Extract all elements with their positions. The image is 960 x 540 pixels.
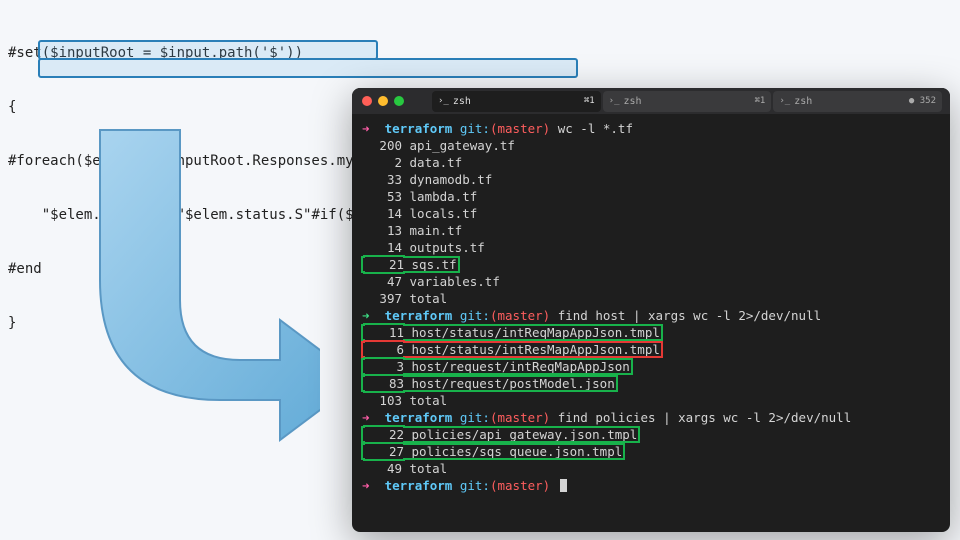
maximize-icon[interactable]	[394, 96, 404, 106]
tab-badge: ⌘1	[755, 93, 766, 110]
git-label: git:	[460, 410, 490, 425]
tab-icon: ›_	[609, 93, 620, 110]
prompt-arrow-icon: ➜	[362, 478, 370, 493]
prompt-arrow-icon: ➜	[362, 308, 370, 323]
wc-row: 47 variables.tf	[362, 273, 940, 290]
wc-row-highlighted: 11 host/status/intReqMapAppJson.tmpl	[362, 324, 940, 341]
wc-row: 53 lambda.tf	[362, 188, 940, 205]
git-branch: (master)	[490, 410, 550, 425]
tab-label: zsh	[624, 93, 642, 110]
wc-total: 103 total	[362, 392, 940, 409]
wc-row-highlighted: 27 policies/sqs_queue.json.tmpl	[362, 443, 940, 460]
git-label: git:	[460, 121, 490, 136]
prompt-arrow-icon: ➜	[362, 410, 370, 425]
prompt-line: ➜ terraform git:(master) wc -l *.tf	[362, 120, 940, 137]
highlight-foreach	[38, 40, 378, 60]
tab-icon: ›_	[438, 93, 449, 110]
tab-label: zsh	[453, 93, 471, 110]
wc-total: 397 total	[362, 290, 940, 307]
wc-row: 200 api_gateway.tf	[362, 137, 940, 154]
git-branch: (master)	[490, 121, 550, 136]
window-titlebar[interactable]: ›_ zsh ⌘1 ›_ zsh ⌘1 ›_ zsh ● 352	[352, 88, 950, 114]
prompt-dir: terraform	[385, 121, 453, 136]
git-branch: (master)	[490, 308, 550, 323]
prompt-arrow-icon: ➜	[362, 121, 370, 136]
traffic-lights	[362, 96, 404, 106]
git-label: git:	[460, 478, 490, 493]
command-text: wc -l *.tf	[558, 121, 633, 136]
highlight-body	[38, 58, 578, 78]
wc-row-highlighted: 22 policies/api_gateway.json.tmpl	[362, 426, 940, 443]
wc-row: 2 data.tf	[362, 154, 940, 171]
cursor-icon	[560, 479, 567, 492]
prompt-line: ➜ terraform git:(master) find host | xar…	[362, 307, 940, 324]
wc-total: 49 total	[362, 460, 940, 477]
terminal-output[interactable]: ➜ terraform git:(master) wc -l *.tf 200 …	[352, 114, 950, 504]
wc-row-highlighted: 83 host/request/postModel.json	[362, 375, 940, 392]
wc-row: 14 locals.tf	[362, 205, 940, 222]
git-branch: (master)	[490, 478, 550, 493]
wc-row-highlighted: 3 host/request/intReqMapAppJson	[362, 358, 940, 375]
wc-row: 13 main.tf	[362, 222, 940, 239]
tab-badge: ⌘1	[584, 93, 595, 110]
close-icon[interactable]	[362, 96, 372, 106]
prompt-dir: terraform	[385, 410, 453, 425]
wc-row-highlighted: 6 host/status/intResMapAppJson.tmpl	[362, 341, 940, 358]
terminal-window: ›_ zsh ⌘1 ›_ zsh ⌘1 ›_ zsh ● 352 ➜ terra…	[352, 88, 950, 532]
tab-label: zsh	[794, 93, 812, 110]
prompt-dir: terraform	[385, 478, 453, 493]
tab-badge: ● 352	[909, 93, 936, 110]
prompt-line-active[interactable]: ➜ terraform git:(master)	[362, 477, 940, 494]
wc-row: 14 outputs.tf	[362, 239, 940, 256]
minimize-icon[interactable]	[378, 96, 388, 106]
tab-zsh[interactable]: ›_ zsh ⌘1	[603, 91, 772, 112]
wc-row: 33 dynamodb.tf	[362, 171, 940, 188]
prompt-line: ➜ terraform git:(master) find policies |…	[362, 409, 940, 426]
command-text: find host | xargs wc -l 2>/dev/null	[558, 308, 821, 323]
command-text: find policies | xargs wc -l 2>/dev/null	[558, 410, 852, 425]
tab-zsh[interactable]: ›_ zsh ● 352	[773, 91, 942, 112]
prompt-dir: terraform	[385, 308, 453, 323]
tab-zsh[interactable]: ›_ zsh ⌘1	[432, 91, 601, 112]
git-label: git:	[460, 308, 490, 323]
tab-icon: ›_	[779, 93, 790, 110]
terminal-tabs: ›_ zsh ⌘1 ›_ zsh ⌘1 ›_ zsh ● 352	[432, 91, 942, 112]
wc-row-highlighted: 21 sqs.tf	[362, 256, 940, 273]
